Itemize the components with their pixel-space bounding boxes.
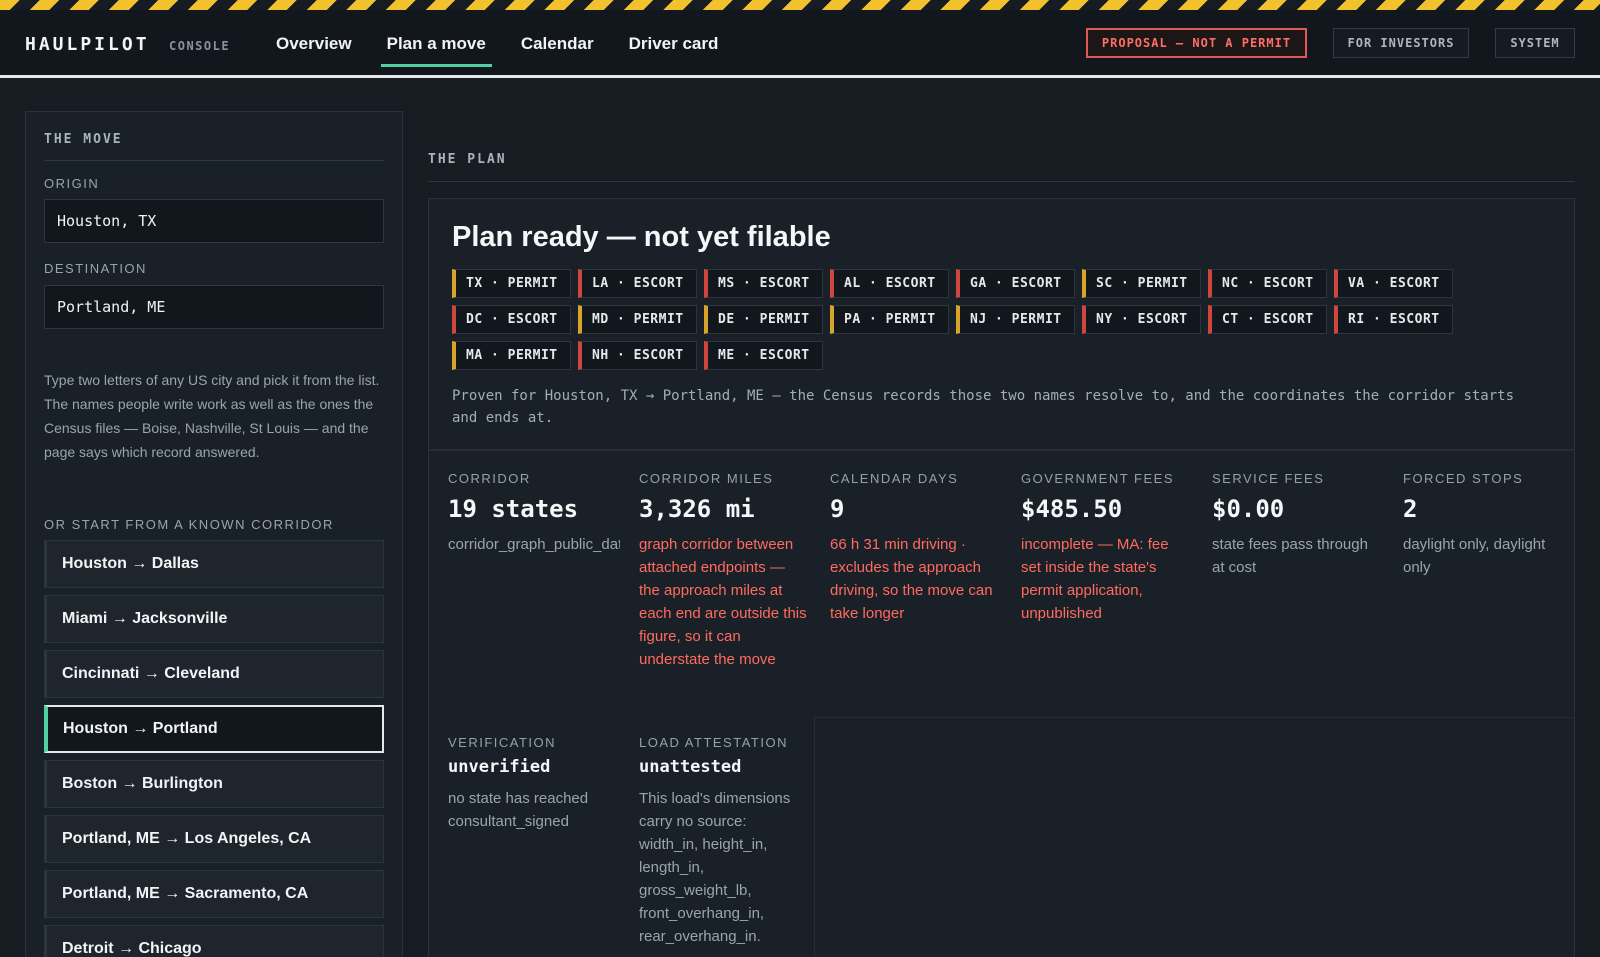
stat-label: FORCED STOPS [1403,471,1524,486]
state-chip: MA · PERMIT [452,341,571,370]
corridor-item[interactable]: Houston → Dallas [44,540,384,588]
state-chip: ME · ESCORT [704,341,823,370]
state-chip: LA · ESCORT [578,269,697,298]
state-chip: NC · ESCORT [1208,269,1327,298]
system-button[interactable]: SYSTEM [1495,28,1575,58]
corridor-list: Houston → Dallas Miami → Jacksonville Ci… [44,540,384,957]
stat-service-fees: SERVICE FEES $0.00 state fees pass throu… [1212,471,1382,579]
plan-headline: Plan ready — not yet filable [452,221,831,253]
origin-label: ORIGIN [44,176,100,191]
plan-card: Plan ready — not yet filable TX · PERMIT… [428,198,1575,957]
stat-verification: VERIFICATION unverified no state has rea… [448,735,618,833]
stat-note: 66 h 31 min driving · excludes the appro… [830,536,993,622]
stat-note: no state has reached consultant_signed [448,790,589,830]
stat-label: VERIFICATION [448,735,557,750]
chip-row: MA · PERMIT NH · ESCORT ME · ESCORT [452,341,1532,370]
nav-overview[interactable]: Overview [270,32,358,67]
corridor-list-label: OR START FROM A KNOWN CORRIDOR [44,517,334,532]
chip-row: TX · PERMIT LA · ESCORT MS · ESCORT AL · ES… [452,269,1532,298]
origin-input[interactable] [44,199,384,243]
stat-note: corridor_graph_public_data [448,536,620,553]
stat-days: CALENDAR DAYS 9 66 h 31 min driving · ex… [830,471,1000,625]
help-text: Type two letters of any US city and pick… [44,372,380,460]
stat-load-attestation: LOAD ATTESTATION unattested This load's … [639,735,809,948]
stat-value: unattested [639,757,742,777]
stat-note: daylight only, daylight only [1403,536,1546,576]
corridor-item[interactable]: Portland, ME → Los Angeles, CA [44,815,384,863]
stat-miles: CORRIDOR MILES 3,326 mi graph corridor b… [639,471,809,671]
plan-header: Plan ready — not yet filable TX · PERMIT… [429,199,1574,451]
for-investors-button[interactable]: FOR INVESTORS [1333,28,1469,58]
hazard-stripe [0,0,1600,10]
proven-text: Proven for Houston, TX → Portland, ME — … [452,388,1515,426]
stat-corridor: CORRIDOR 19 states corridor_graph_public… [448,471,620,556]
state-chip: DE · PERMIT [704,305,823,334]
destination-label: DESTINATION [44,261,147,276]
stat-forced-stops: FORCED STOPS 2 daylight only, daylight o… [1403,471,1573,579]
plan-title: THE PLAN [428,152,507,167]
corridor-item[interactable]: Boston → Burlington [44,760,384,808]
stat-gov-fees: GOVERNMENT FEES $485.50 incomplete — MA:… [1021,471,1191,625]
stat-note: state fees pass through at cost [1212,536,1368,576]
corridor-item[interactable]: Portland, ME → Sacramento, CA [44,870,384,918]
stat-label: LOAD ATTESTATION [639,735,788,750]
nav-driver-card[interactable]: Driver card [623,32,725,67]
state-chip: AL · ESCORT [830,269,949,298]
state-chip: NH · ESCORT [578,341,697,370]
stat-value: 9 [830,495,845,523]
stat-value: unverified [448,757,551,777]
state-chip: MD · PERMIT [578,305,697,334]
stat-value: $485.50 [1021,495,1123,523]
empty-panel [814,717,1574,957]
stat-label: SERVICE FEES [1212,471,1325,486]
destination-input[interactable] [44,285,384,329]
stat-value: $0.00 [1212,495,1285,523]
state-chip: PA · PERMIT [830,305,949,334]
state-chip: RI · ESCORT [1334,305,1453,334]
stat-label: CORRIDOR [448,471,531,486]
corridor-item-selected[interactable]: Houston → Portland [44,705,384,753]
corridor-item[interactable]: Cincinnati → Cleveland [44,650,384,698]
divider [44,160,384,161]
stat-label: GOVERNMENT FEES [1021,471,1175,486]
state-chips: TX · PERMIT LA · ESCORT MS · ESCORT AL · ES… [452,269,1532,377]
state-chip: CT · ESCORT [1208,305,1327,334]
corridor-item[interactable]: Miami → Jacksonville [44,595,384,643]
main-nav: Overview Plan a move Calendar Driver car… [270,32,747,67]
state-chip: MS · ESCORT [704,269,823,298]
top-bar: HAULPILOT CONSOLE Overview Plan a move C… [0,10,1600,78]
state-chip: SC · PERMIT [1082,269,1201,298]
state-chip: NJ · PERMIT [956,305,1075,334]
stat-value: 3,326 mi [639,495,755,523]
brand-sub: CONSOLE [169,39,231,53]
stat-label: CALENDAR DAYS [830,471,959,486]
state-chip: VA · ESCORT [1334,269,1453,298]
nav-calendar[interactable]: Calendar [515,32,600,67]
move-title: THE MOVE [44,132,123,147]
nav-plan-a-move[interactable]: Plan a move [380,32,492,67]
state-chip: GA · ESCORT [956,269,1075,298]
stat-value: 2 [1403,495,1418,523]
state-chip: DC · ESCORT [452,305,571,334]
stat-label: CORRIDOR MILES [639,471,774,486]
corridor-item[interactable]: Detroit → Chicago [44,925,384,957]
state-chip: TX · PERMIT [452,269,571,298]
chip-row: DC · ESCORT MD · PERMIT DE · PERMIT PA · PE… [452,305,1532,334]
divider [428,181,1575,182]
move-panel: THE MOVE ORIGIN DESTINATION Type two let… [25,111,403,957]
stat-note: graph corridor between attached endpoint… [639,536,807,668]
proposal-badge[interactable]: PROPOSAL — NOT A PERMIT [1086,28,1307,58]
brand-name[interactable]: HAULPILOT [25,34,150,55]
stat-note: This load's dimensions carry no source: … [639,790,791,945]
stat-value: 19 states [448,495,579,523]
stat-note: incomplete — MA: fee set inside the stat… [1021,536,1169,622]
state-chip: NY · ESCORT [1082,305,1201,334]
